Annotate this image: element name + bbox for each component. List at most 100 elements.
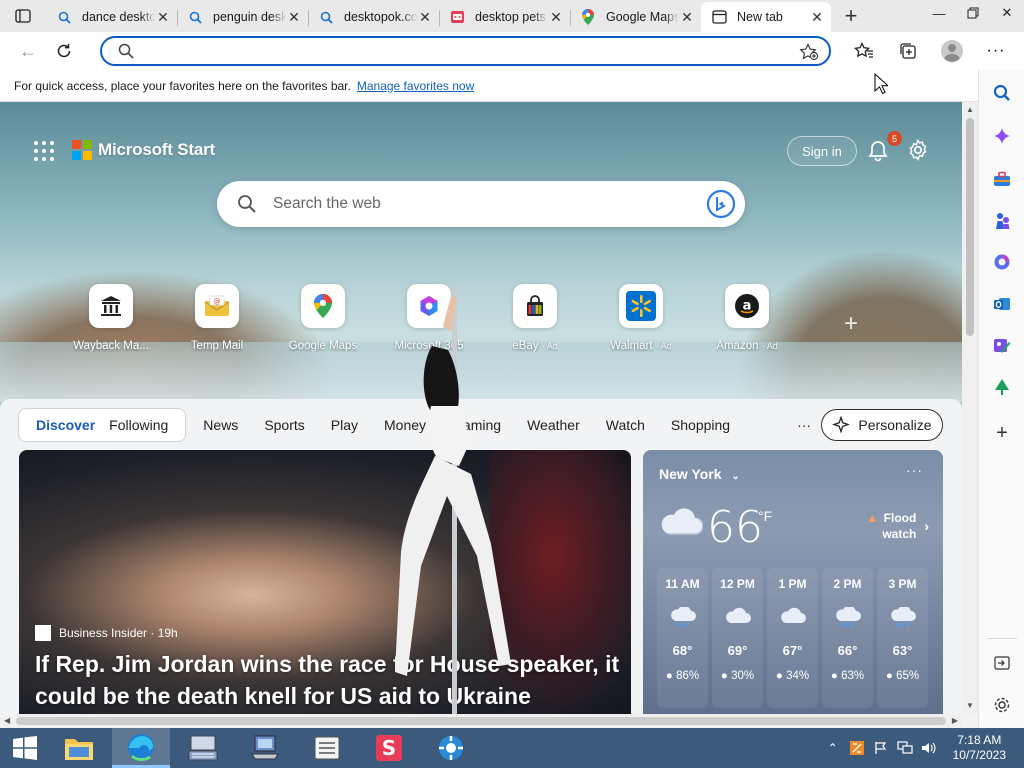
scrollbar-thumb[interactable]	[16, 717, 946, 725]
desktop-pet-dancer[interactable]	[375, 286, 525, 726]
tab[interactable]: desktop pets ✕	[439, 3, 570, 31]
back-arrow-icon: ←	[19, 40, 37, 61]
gear-icon[interactable]	[906, 138, 930, 162]
taskbar-edge[interactable]	[112, 728, 170, 768]
app-launcher-icon[interactable]	[34, 141, 54, 161]
volume-icon[interactable]	[919, 738, 939, 758]
show-hidden-icons[interactable]: ⌃	[823, 738, 843, 758]
weather-more-icon[interactable]: ···	[906, 462, 923, 478]
tab[interactable]: Google Maps ✕	[570, 3, 701, 31]
address-bar[interactable]	[100, 36, 831, 66]
clock[interactable]: 7:18 AM 10/7/2023	[953, 733, 1006, 763]
add-favorite-icon[interactable]	[799, 43, 819, 61]
sidebar-outlook-button[interactable]	[991, 293, 1013, 315]
tab-discover[interactable]: Discover	[29, 417, 102, 433]
minimize-button[interactable]: —	[922, 0, 956, 26]
tray-app-icon[interactable]	[847, 738, 867, 758]
tab-news[interactable]: News	[196, 417, 245, 433]
close-window-button[interactable]: ✕	[990, 0, 1024, 26]
hourly-item[interactable]: 11 AM 68° ● 86%	[657, 568, 708, 708]
scrollbar-thumb[interactable]	[966, 118, 974, 336]
bell-icon[interactable]	[866, 139, 890, 163]
weather-location[interactable]: New York ⌄	[659, 466, 740, 482]
tab-play[interactable]: Play	[324, 417, 365, 433]
tab-close-icon[interactable]: ✕	[417, 9, 433, 25]
action-center-flag-icon[interactable]	[871, 738, 891, 758]
microsoft-start-logo[interactable]: Microsoft Start	[72, 140, 215, 160]
restore-button[interactable]	[956, 0, 990, 26]
address-input[interactable]	[148, 43, 768, 59]
tab-weather[interactable]: Weather	[520, 417, 587, 433]
sidebar-games-button[interactable]	[991, 210, 1013, 232]
hourly-item[interactable]: 3 PM 63° ● 65%	[877, 568, 928, 708]
tab-sports[interactable]: Sports	[257, 417, 311, 433]
start-button[interactable]	[0, 728, 50, 768]
sidebar-designer-button[interactable]	[991, 335, 1013, 357]
temperature-unit[interactable]: °F	[758, 508, 772, 524]
tab-watch[interactable]: Watch	[599, 417, 652, 433]
web-search-box[interactable]: Search the web	[217, 181, 745, 227]
vertical-scrollbar[interactable]: ▲ ▼	[962, 102, 978, 714]
taskbar-settings-app[interactable]	[422, 728, 480, 768]
sidebar-copilot-button[interactable]	[991, 125, 1013, 147]
collections-button[interactable]	[886, 32, 930, 70]
tab-close-icon[interactable]: ✕	[286, 9, 302, 25]
quick-link-walmart[interactable]: Walmart · Ad	[591, 284, 691, 352]
taskbar-computer-app[interactable]	[236, 728, 294, 768]
favorites-button[interactable]	[842, 32, 886, 70]
back-button[interactable]: ←	[10, 36, 46, 66]
network-icon[interactable]	[895, 738, 915, 758]
tab[interactable]: penguin desktop ✕	[177, 3, 308, 31]
hero-article[interactable]: Business Insider · 19h If Rep. Jim Jorda…	[19, 450, 631, 714]
settings-and-more-button[interactable]: ···	[974, 32, 1018, 70]
tab[interactable]: desktopok.com ✕	[308, 3, 439, 31]
tab-close-icon[interactable]: ✕	[679, 9, 695, 25]
article-headline[interactable]: If Rep. Jim Jordan wins the race for Hou…	[35, 648, 625, 712]
taskbar-s-app[interactable]: S	[360, 728, 418, 768]
tab-shopping[interactable]: Shopping	[664, 417, 737, 433]
quick-link-wayback[interactable]: Wayback Ma...	[61, 284, 161, 352]
sidebar-m365-button[interactable]	[991, 251, 1013, 273]
tab-active[interactable]: New tab ✕	[701, 2, 831, 32]
weather-card[interactable]: New York ⌄ ··· 66 °F ▲ Flood watch › 11 A…	[643, 450, 943, 714]
add-quick-link-button[interactable]: +	[840, 312, 862, 336]
hourly-item[interactable]: 2 PM 66° ● 63%	[822, 568, 873, 708]
refresh-button[interactable]	[46, 36, 82, 66]
hour-precip: ● 63%	[830, 670, 865, 682]
tab-following[interactable]: Following	[102, 417, 175, 433]
sidebar-settings-button[interactable]	[991, 694, 1013, 716]
hourly-item[interactable]: 12 PM 69° ● 30%	[712, 568, 763, 708]
scroll-down-icon[interactable]: ▼	[965, 701, 975, 711]
keyboard-app-icon	[188, 735, 218, 761]
quick-link-amazon[interactable]: a Amazon · Ad	[697, 284, 797, 352]
weather-alert[interactable]: ▲ Flood watch ›	[866, 510, 929, 542]
quick-link-google-maps[interactable]: Google Maps	[273, 284, 373, 352]
tab-close-icon[interactable]: ✕	[155, 9, 171, 25]
bing-chat-button[interactable]	[705, 188, 737, 220]
quick-link-temp-mail[interactable]: @ Temp Mail	[167, 284, 267, 352]
sidebar-tools-button[interactable]	[991, 168, 1013, 190]
horizontal-scrollbar[interactable]: ◀ ▶	[0, 714, 962, 728]
tab-close-icon[interactable]: ✕	[548, 9, 564, 25]
new-tab-button[interactable]: +	[835, 0, 867, 32]
personalize-button[interactable]: Personalize	[821, 409, 943, 441]
taskbar-file-explorer[interactable]	[50, 728, 108, 768]
sidebar-tree-button[interactable]	[991, 376, 1013, 398]
scroll-right-icon[interactable]: ▶	[952, 716, 958, 725]
tab-actions-button[interactable]	[0, 0, 46, 32]
tab[interactable]: dance desktop ✕	[46, 3, 177, 31]
sidebar-search-button[interactable]	[991, 82, 1013, 104]
scroll-left-icon[interactable]: ◀	[4, 716, 10, 725]
sign-in-button[interactable]: Sign in	[787, 136, 857, 166]
profile-button[interactable]	[930, 32, 974, 70]
hide-sidebar-icon	[994, 656, 1010, 670]
hourly-item[interactable]: 1 PM 67° ● 34%	[767, 568, 818, 708]
sidebar-hide-button[interactable]	[991, 652, 1013, 674]
taskbar-list-app[interactable]	[298, 728, 356, 768]
manage-favorites-link[interactable]: Manage favorites now	[357, 79, 474, 93]
more-pivots-button[interactable]: ···	[787, 417, 821, 433]
taskbar-keyboard-app[interactable]	[174, 728, 232, 768]
tab-close-icon[interactable]: ✕	[809, 9, 825, 25]
scroll-up-icon[interactable]: ▲	[965, 105, 975, 115]
sidebar-add-button[interactable]: +	[991, 422, 1013, 444]
